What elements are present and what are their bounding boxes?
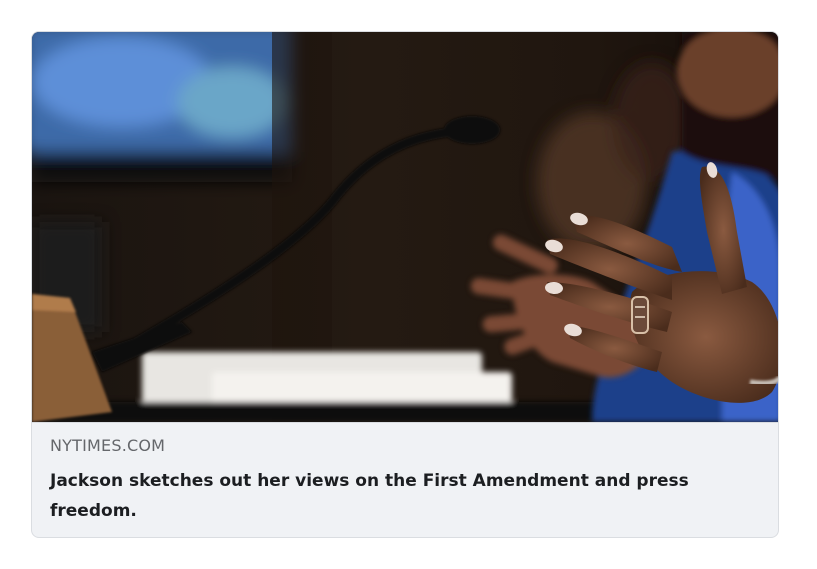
article-photo[interactable] <box>32 32 779 422</box>
source-domain: NYTIMES.COM <box>50 436 166 455</box>
link-preview-meta[interactable]: NYTIMES.COM Jackson sketches out her vie… <box>32 422 778 537</box>
article-headline[interactable]: Jackson sketches out her views on the Fi… <box>50 466 750 526</box>
link-preview-card[interactable]: NYTIMES.COM Jackson sketches out her vie… <box>31 31 779 538</box>
